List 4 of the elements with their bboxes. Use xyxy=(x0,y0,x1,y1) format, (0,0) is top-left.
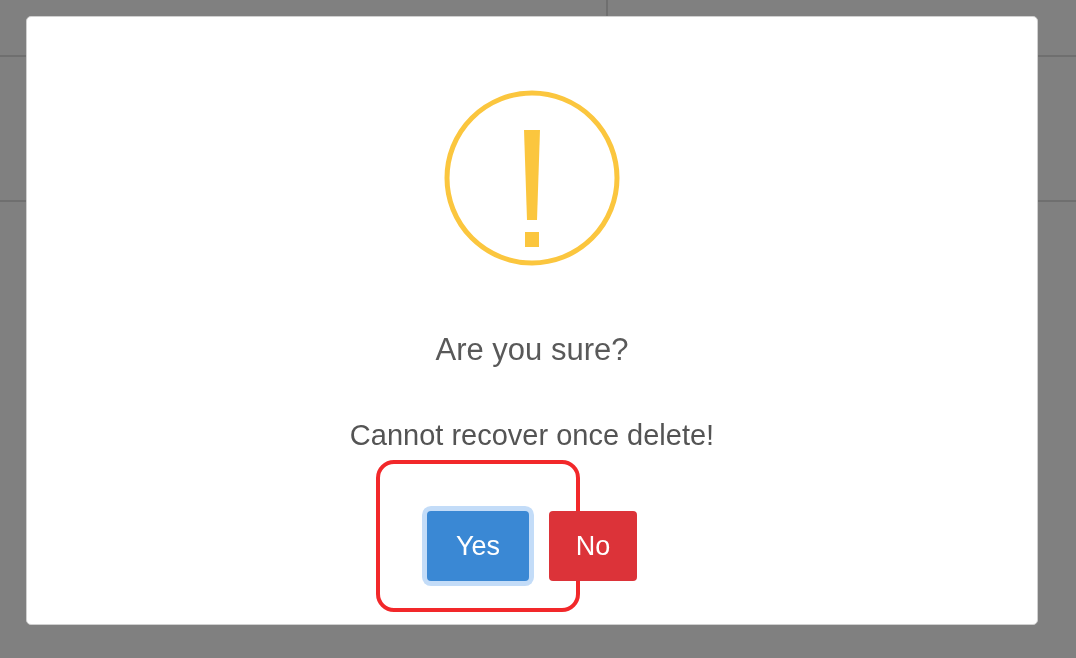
warning-icon xyxy=(444,90,620,266)
cancel-button[interactable]: No xyxy=(549,511,637,581)
dialog-title: Are you sure? xyxy=(435,332,629,368)
dialog-message: Cannot recover once delete! xyxy=(349,418,715,452)
